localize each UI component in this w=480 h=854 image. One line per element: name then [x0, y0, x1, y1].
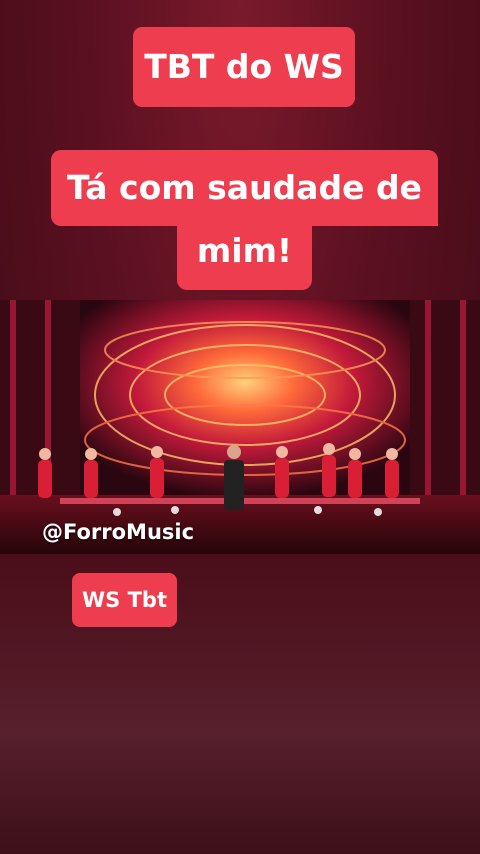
concert-stage-image [0, 300, 480, 554]
subtitle-tag-line1: Tá com saudade de [51, 150, 438, 226]
subtitle-tag-line2: mim! [177, 218, 312, 290]
title-tag: TBT do WS [133, 27, 355, 107]
concert-video[interactable] [0, 300, 480, 554]
hashtag-tag: WS Tbt [72, 573, 177, 627]
watermark-text: @ForroMusic [42, 520, 195, 544]
